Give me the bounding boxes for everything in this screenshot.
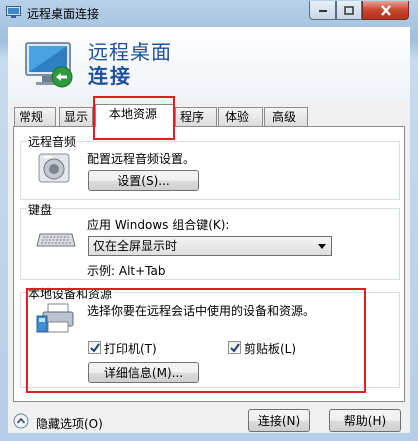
chevron-down-icon [318,244,326,249]
chevron-up-circle-icon[interactable] [13,413,29,429]
keyboard-example: 示例: Alt+Tab [87,264,166,278]
minimize-icon [318,10,327,12]
tab-display[interactable]: 显示 [59,107,93,126]
tab-experience[interactable]: 体验 [218,107,263,126]
audio-group-title: 远程音频 [27,133,78,150]
keyboard-combo-selected: 仅在全屏显示时 [93,239,178,253]
close-icon [380,4,391,16]
banner-title-line2: 连接 [88,64,132,88]
tab-advanced[interactable]: 高级 [264,107,308,126]
keyboard-group-title: 键盘 [27,201,54,218]
devices-printer-icon [36,303,74,333]
tab-local-resources[interactable]: 本地资源 [95,104,175,127]
devices-description: 选择你要在远程会话中使用的设备和资源。 [87,304,316,318]
clipboard-label[interactable]: 剪贴板(L) [244,340,296,357]
clipboard-checkbox[interactable] [228,341,241,354]
devices-group-title: 本地设备和资源 [27,285,114,302]
remote-desktop-window: 远程桌面连接 远程桌面 连接 常规 显示 本地资源 程序 体验 高级 远程音频 [0,0,418,441]
audio-settings-button[interactable]: 设置(S)... [88,170,199,191]
help-button[interactable]: 帮助(H) [329,409,401,432]
close-button[interactable] [362,1,409,20]
tab-programs[interactable]: 程序 [175,107,217,126]
speaker-icon [38,153,70,183]
keyboard-icon [36,233,76,247]
remote-desktop-logo-icon [25,42,73,88]
title-bar: 远程桌面连接 [0,0,418,26]
checkmark-icon [90,343,100,353]
maximize-button[interactable] [336,1,362,20]
keyboard-combo-select[interactable]: 仅在全屏显示时 [88,236,332,256]
printer-checkbox[interactable] [88,341,101,354]
printer-label[interactable]: 打印机(T) [104,340,157,357]
keyboard-description: 应用 Windows 组合键(K): [87,218,230,232]
tab-general[interactable]: 常规 [14,107,56,126]
remote-desktop-app-icon [6,6,21,18]
maximize-icon [344,5,354,15]
audio-description: 配置远程音频设置。 [87,152,196,166]
details-button[interactable]: 详细信息(M)... [88,362,199,383]
connect-button[interactable]: 连接(N) [248,409,310,432]
minimize-button[interactable] [309,1,336,20]
banner: 远程桌面 连接 [8,27,410,100]
window-title: 远程桌面连接 [27,7,100,21]
hide-options-link[interactable]: 隐藏选项(O) [36,415,103,432]
checkmark-icon [230,343,240,353]
